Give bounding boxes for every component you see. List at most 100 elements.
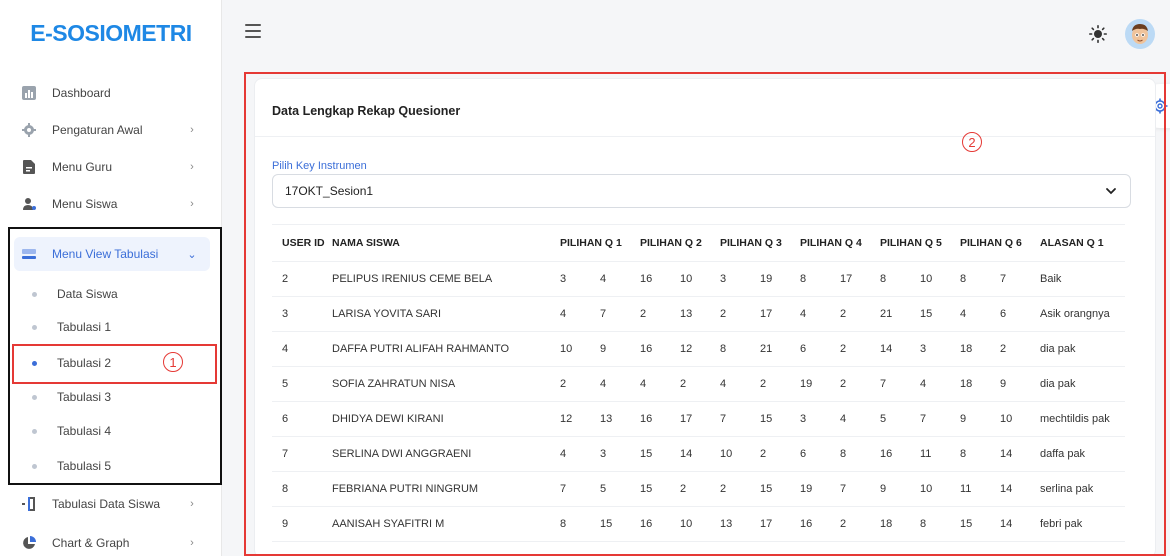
annotation-marker-1: 1 bbox=[163, 352, 183, 372]
table-cell: 2 bbox=[720, 296, 760, 332]
sidebar-item-dashboard[interactable]: Dashboard bbox=[14, 76, 210, 110]
table-cell: 18 bbox=[960, 366, 1000, 402]
table-row[interactable]: 7 SERLINA DWI ANGGRAENI 4 3 15 14 10 2 6 8 16 11 8 14… bbox=[272, 436, 1125, 472]
table-cell: 13 bbox=[680, 296, 720, 332]
table-cell: 18 bbox=[880, 506, 920, 542]
table-cell: 8 bbox=[960, 261, 1000, 297]
table-cell: 4 bbox=[600, 261, 640, 297]
table-row[interactable]: 8 FEBRIANA PUTRI NINGRUM 7 5 15 2 2 15 19 7 9 10 11 1… bbox=[272, 471, 1125, 507]
table-cell: 16 bbox=[640, 506, 680, 542]
sidebar-item-menu-guru[interactable]: Menu Guru › bbox=[14, 150, 210, 184]
brand-logo[interactable]: E-SOSIOMETRI bbox=[0, 20, 222, 47]
table-cell: 15 bbox=[640, 471, 680, 507]
column-header[interactable]: PILIHAN Q 4 bbox=[800, 224, 880, 262]
sidebar-subitem-label: Tabulasi 1 bbox=[57, 320, 112, 334]
hamburger-menu-icon[interactable] bbox=[245, 24, 261, 38]
table-cell: 2 bbox=[840, 506, 880, 542]
table-cell: 5 bbox=[800, 541, 840, 554]
column-header[interactable]: PILIHAN Q 5 bbox=[880, 224, 960, 262]
table-cell: 2 bbox=[640, 296, 680, 332]
table-row[interactable]: 9 AANISAH SYAFITRI M 8 15 16 10 13 17 16 2 18 8 15 14… bbox=[272, 506, 1125, 542]
table-cell: 9 bbox=[960, 401, 1000, 437]
table-cell: 12 bbox=[560, 401, 600, 437]
table-row[interactable]: 6 DHIDYA DEWI KIRANI 12 13 16 17 7 15 3 4 5 7 9 10 mec… bbox=[272, 401, 1125, 437]
table-cell: 8 bbox=[600, 541, 640, 554]
column-header[interactable]: PILIHAN Q 2 bbox=[640, 224, 720, 262]
sidebar-subitem-label: Data Siswa bbox=[57, 287, 118, 301]
column-header[interactable]: PILIHAN Q 1 bbox=[560, 224, 640, 262]
sidebar-item-label: Menu View Tabulasi bbox=[52, 247, 159, 261]
table-cell: 10 bbox=[1000, 401, 1040, 437]
table-row[interactable]: 3 LARISA YOVITA SARI 4 7 2 13 2 17 4 2 21 15 4 6 Asik … bbox=[272, 296, 1125, 332]
table-cell: 14 bbox=[680, 436, 720, 472]
table-cell: 8 bbox=[960, 436, 1000, 472]
column-header[interactable]: PILIHAN Q 6 bbox=[960, 224, 1040, 262]
table-cell: 17 bbox=[840, 261, 880, 297]
table-cell: 21 bbox=[880, 296, 920, 332]
sidebar-subitem-tabulasi-1[interactable]: Tabulasi 1 bbox=[14, 312, 210, 342]
user-avatar[interactable] bbox=[1125, 19, 1155, 49]
table-cell: dia pak bbox=[1040, 331, 1125, 367]
table-cell: 2 bbox=[880, 541, 920, 554]
table-cell: 6 bbox=[960, 541, 1000, 554]
bullet-icon bbox=[32, 394, 37, 400]
table-cell: 2 bbox=[840, 296, 880, 332]
table-cell: 7 bbox=[600, 296, 640, 332]
table-cell: 3 bbox=[800, 401, 840, 437]
table-row[interactable]: 5 SOFIA ZAHRATUN NISA 2 4 4 2 4 2 19 2 7 4 18 9 dia pa… bbox=[272, 366, 1125, 402]
gear-icon bbox=[22, 123, 36, 137]
table-cell: 17 bbox=[680, 401, 720, 437]
table-cell: 14 bbox=[1000, 506, 1040, 542]
column-header[interactable]: ALASAN Q 1 bbox=[1040, 224, 1125, 262]
sidebar-item-chart-graph[interactable]: Chart & Graph › bbox=[14, 526, 210, 556]
column-header[interactable]: NAMA SISWA bbox=[332, 224, 560, 262]
sidebar-subitem-tabulasi-4[interactable]: Tabulasi 4 bbox=[14, 416, 210, 446]
table-cell: 4 bbox=[560, 436, 600, 472]
sidebar-subitem-label: Tabulasi 4 bbox=[57, 424, 112, 438]
table-cell: 14 bbox=[1000, 471, 1040, 507]
table-cell: 10 bbox=[560, 331, 600, 367]
chevron-down-icon: ⌄ bbox=[187, 248, 197, 261]
table-cell: 17 bbox=[760, 296, 800, 332]
table-cell: 2 bbox=[840, 366, 880, 402]
table-cell: 4 bbox=[800, 296, 840, 332]
table-cell: PELIPUS IRENIUS CEME BELA bbox=[332, 261, 560, 297]
sidebar-subitem-tabulasi-3[interactable]: Tabulasi 3 bbox=[14, 382, 210, 412]
table-cell: 9 bbox=[1000, 366, 1040, 402]
chart-icon bbox=[22, 86, 36, 100]
table-cell: 5 bbox=[600, 471, 640, 507]
table-cell: 16 bbox=[640, 261, 680, 297]
sidebar-item-pengaturan-awal[interactable]: Pengaturan Awal › bbox=[14, 113, 210, 147]
sidebar-subitem-label: Tabulasi 3 bbox=[57, 390, 112, 404]
bullet-icon bbox=[32, 360, 37, 366]
annotation-box-content: Data Lengkap Rekap Quesioner Pilih Key I… bbox=[244, 72, 1166, 556]
table-cell: 15 bbox=[920, 296, 960, 332]
sidebar-subitem-data-siswa[interactable]: Data Siswa bbox=[14, 279, 210, 309]
chevron-right-icon: › bbox=[190, 124, 194, 136]
column-header[interactable]: USER ID bbox=[272, 224, 332, 262]
table-cell: 5 bbox=[272, 366, 332, 402]
sidebar-item-tabulasi-data-siswa[interactable]: Tabulasi Data Siswa › bbox=[14, 487, 210, 521]
table-row[interactable]: 11RANIA HIDAYAT58141015165152365Sofia pa… bbox=[272, 541, 1125, 554]
sidebar-item-label: Menu Siswa bbox=[52, 197, 118, 211]
sidebar-item-menu-siswa[interactable]: Menu Siswa › bbox=[14, 187, 210, 221]
table-row[interactable]: 4 DAFFA PUTRI ALIFAH RAHMANTO 10 9 16 12 8 21 6 2… bbox=[272, 331, 1125, 367]
table-cell: 4 bbox=[560, 296, 600, 332]
table-cell: 4 bbox=[272, 331, 332, 367]
table-cell: 3 bbox=[272, 296, 332, 332]
table-cell: 8 bbox=[920, 506, 960, 542]
table-cell: dia pak bbox=[1040, 366, 1125, 402]
table-cell: 14 bbox=[1000, 436, 1040, 472]
theme-toggle-sun-icon[interactable] bbox=[1089, 25, 1107, 43]
table-cell: 7 bbox=[272, 436, 332, 472]
table-cell: 4 bbox=[920, 366, 960, 402]
table-row[interactable]: 2 PELIPUS IRENIUS CEME BELA 3 4 16 10 3 19 8 17 8 1… bbox=[272, 261, 1125, 297]
sidebar-item-menu-view-tabulasi[interactable]: Menu View Tabulasi ⌄ bbox=[14, 237, 210, 271]
table-cell: 3 bbox=[920, 541, 960, 554]
column-header[interactable]: PILIHAN Q 3 bbox=[720, 224, 800, 262]
table-cell: 4 bbox=[640, 366, 680, 402]
sidebar-subitem-tabulasi-5[interactable]: Tabulasi 5 bbox=[14, 451, 210, 481]
rekap-table: USER ID NAMA SISWA PILIHAN Q 1 PILIHAN Q… bbox=[272, 224, 1125, 554]
table-cell: 21 bbox=[760, 331, 800, 367]
key-instrumen-select[interactable]: 17OKT_Sesion1 bbox=[272, 174, 1131, 208]
